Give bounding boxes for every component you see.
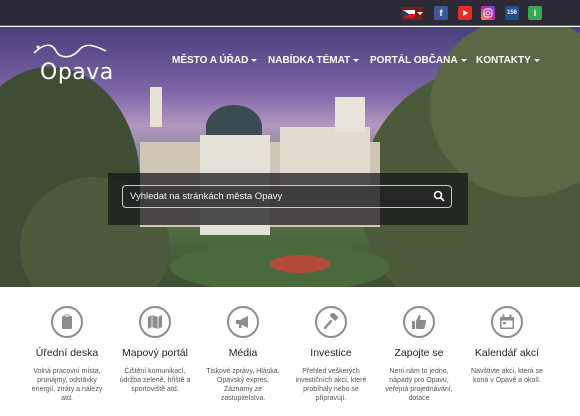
chevron-down-icon — [533, 58, 540, 62]
service-icon-circle — [315, 306, 347, 338]
youtube-icon[interactable] — [458, 6, 472, 20]
info-icon[interactable]: i — [528, 6, 542, 20]
chevron-down-icon — [251, 58, 258, 62]
service-description: Přehled veškerých investičních akcí, kte… — [295, 368, 367, 402]
clipboard-icon — [62, 314, 72, 329]
nav-portal-obcana[interactable]: PORTÁL OBČANA — [370, 55, 467, 66]
hero-banner: Opava MĚSTO A ÚŘAD NABÍDKA TÉMAT PORTÁL … — [0, 27, 580, 287]
search-placeholder: Vyhledat na stránkách města Opavy — [130, 191, 283, 202]
hammer-icon — [323, 313, 339, 330]
nav-label: MĚSTO A ÚŘAD — [172, 55, 249, 66]
service-title: Úřední deska — [35, 347, 99, 359]
service-icon-circle — [403, 306, 435, 338]
facebook-icon[interactable]: f — [434, 6, 448, 20]
chevron-down-icon — [353, 58, 360, 62]
service-title: Mapový portál — [122, 347, 188, 359]
service-icon-circle — [139, 306, 171, 338]
map-icon — [148, 315, 162, 329]
service-description: Tiskové zprávy, Hláska, Opavský expres, … — [206, 368, 280, 402]
chevron-down-icon — [460, 58, 467, 62]
service-icon-circle — [51, 306, 83, 338]
calendar-icon — [500, 314, 514, 329]
czech-flag-icon — [403, 9, 415, 18]
service-description: Není nám to jedno, nápady pro Opavu, veř… — [385, 368, 453, 402]
service-title: Média — [228, 347, 258, 359]
nav-label: NABÍDKA TÉMAT — [268, 55, 351, 66]
nav-label: KONTAKTY — [476, 55, 531, 66]
search-panel: Vyhledat na stránkách města Opavy — [108, 173, 468, 225]
service-description: Volná pracovní místa, pronájmy, odstávky… — [31, 368, 103, 402]
service-title: Kalendář akcí — [474, 347, 540, 359]
site-logo[interactable]: Opava — [40, 60, 114, 85]
service-title: Zapojte se — [394, 347, 444, 359]
services-section: Úřední deska Volná pracovní místa, proná… — [0, 287, 580, 416]
megaphone-icon — [236, 316, 248, 328]
service-description: Navštivte akci, která se koná v Opavě a … — [471, 368, 543, 384]
nav-mesto-a-urad[interactable]: MĚSTO A ÚŘAD — [172, 55, 258, 66]
service-icon-circle — [227, 306, 259, 338]
nav-label: PORTÁL OBČANA — [370, 55, 458, 66]
nav-nabidka-temat[interactable]: NABÍDKA TÉMAT — [268, 55, 360, 66]
chevron-down-icon — [417, 12, 423, 15]
service-icon-circle — [491, 306, 523, 338]
top-utility-bar: f 156 i — [0, 0, 580, 26]
instagram-icon[interactable] — [481, 6, 495, 20]
service-description: Čištění komunikací, údržba zeleně, hřišt… — [119, 368, 191, 393]
phone-156-icon[interactable]: 156 — [505, 6, 519, 20]
nav-kontakty[interactable]: KONTAKTY — [476, 55, 540, 66]
service-title: Investice — [310, 347, 352, 359]
search-input[interactable]: Vyhledat na stránkách města Opavy — [122, 185, 452, 208]
search-icon[interactable] — [433, 190, 445, 202]
language-switcher[interactable] — [401, 7, 423, 20]
thumbs-up-icon — [412, 315, 427, 329]
